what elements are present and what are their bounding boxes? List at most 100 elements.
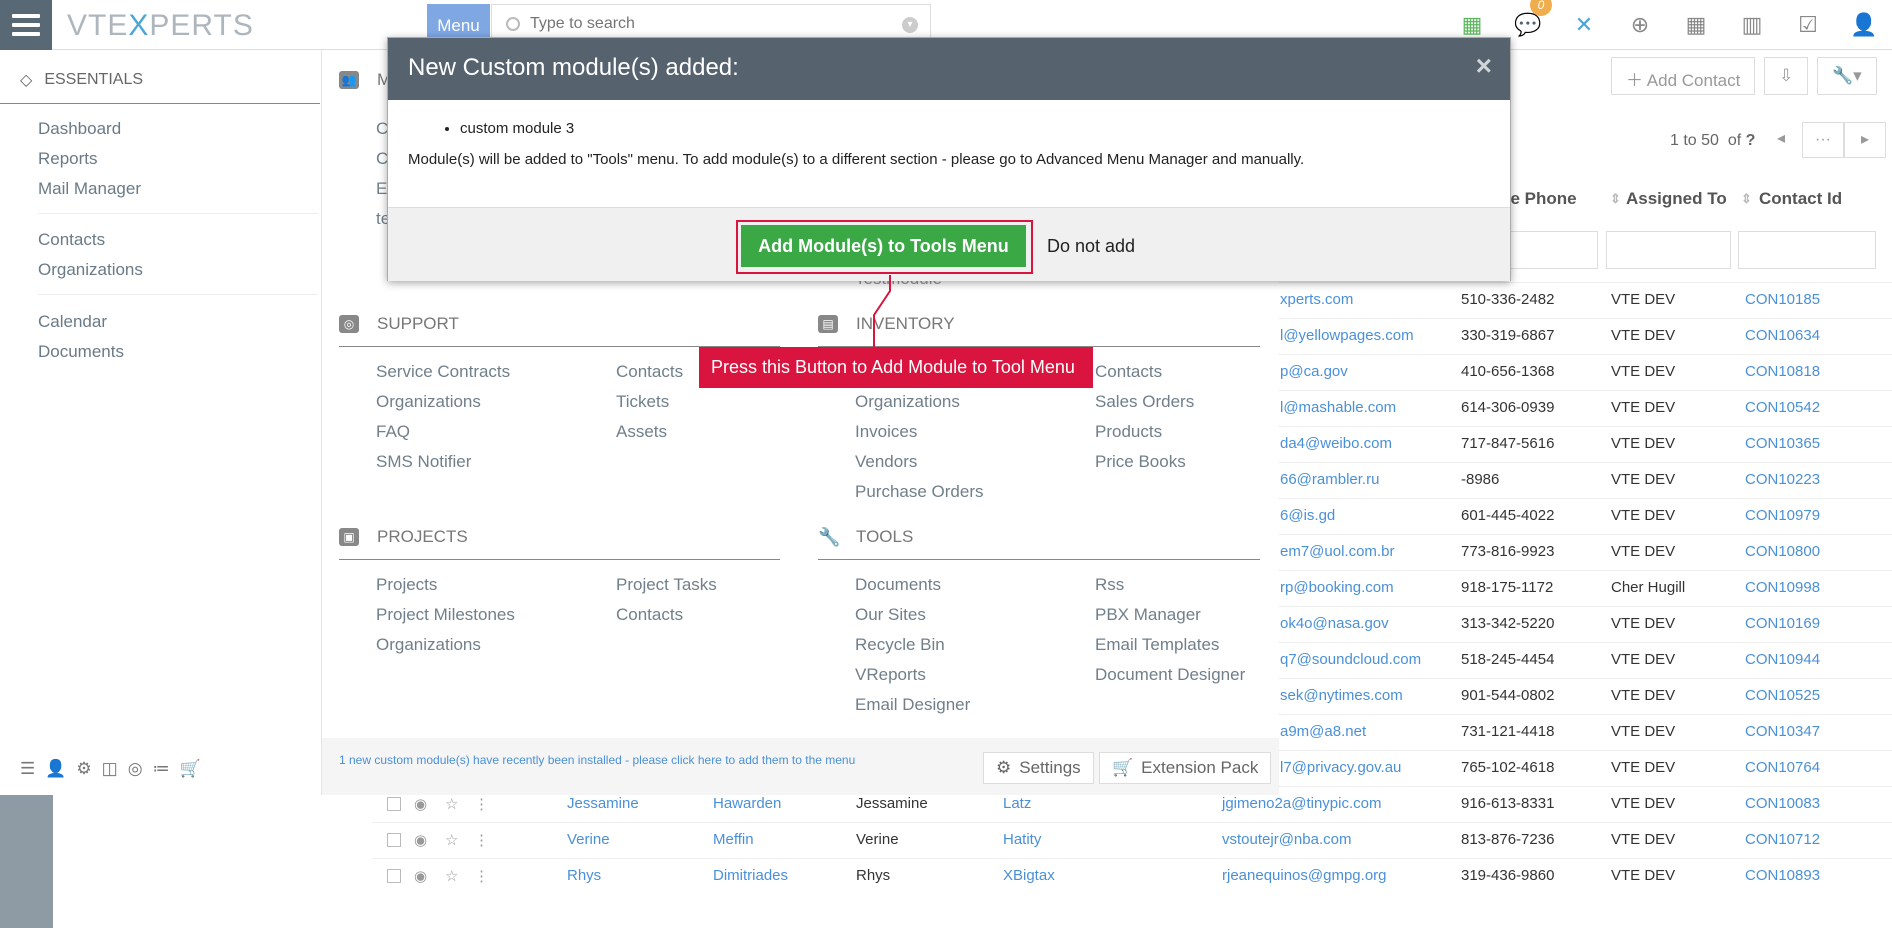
cell-email[interactable]: 6@is.gd (1280, 507, 1335, 524)
cell-contact-id[interactable]: CON10764 (1745, 759, 1820, 776)
add-to-tools-menu-button[interactable]: Add Module(s) to Tools Menu (741, 225, 1026, 267)
cell-organization[interactable]: Hatity (1003, 831, 1041, 848)
settings-button[interactable]: ⚙ Settings (983, 752, 1094, 784)
menu-item[interactable]: Recycle Bin (855, 635, 945, 655)
cell-email[interactable]: l@mashable.com (1280, 399, 1396, 416)
sidebar-item-mail-manager[interactable]: Mail Manager (38, 179, 141, 199)
prev-page-icon[interactable]: ◂ (1760, 122, 1802, 158)
add-icon[interactable]: ⊕ (1612, 12, 1668, 38)
menu-item[interactable]: VReports (855, 665, 926, 685)
cell-email[interactable]: em7@uol.com.br (1280, 543, 1394, 560)
cell-contact-id[interactable]: CON10712 (1745, 831, 1820, 848)
cell-email[interactable]: da4@weibo.com (1280, 435, 1392, 452)
star-icon[interactable]: ☆ (445, 831, 458, 849)
sort-icon[interactable]: ⇕ (1741, 191, 1752, 207)
menu-item[interactable]: Project Milestones (376, 605, 515, 625)
cell-last-name[interactable]: Hawarden (713, 795, 781, 812)
add-contact-button[interactable]: ＋ Add Contact (1611, 57, 1756, 95)
table-row[interactable]: l7@privacy.gov.au 765-102-4618 VTE DEV CON1… (1279, 750, 1892, 786)
sort-icon[interactable]: ⇕ (1610, 191, 1621, 207)
menu-item[interactable]: Purchase Orders (855, 482, 984, 502)
row-checkbox[interactable] (387, 833, 401, 847)
cell-contact-id[interactable]: CON10979 (1745, 507, 1820, 524)
table-row[interactable]: sek@nytimes.com 901-544-0802 VTE DEV CON105… (1279, 678, 1892, 714)
menu-item[interactable]: Project Tasks (616, 575, 717, 595)
menu-item[interactable]: Contacts (1095, 362, 1162, 382)
new-module-notice-link[interactable]: 1 new custom module(s) have recently bee… (339, 752, 859, 769)
eye-icon[interactable]: ◉ (414, 867, 427, 885)
table-row[interactable]: em7@uol.com.br 773-816-9923 VTE DEV CON1080… (1279, 534, 1892, 570)
cell-email[interactable]: 66@rambler.ru (1280, 471, 1379, 488)
col-header-assigned[interactable]: Assigned To (1626, 189, 1727, 209)
cell-last-name[interactable]: Meffin (713, 831, 754, 848)
cell-contact-id[interactable]: CON10365 (1745, 435, 1820, 452)
cell-email[interactable]: sek@nytimes.com (1280, 687, 1403, 704)
cell-first-name[interactable]: Verine (567, 831, 610, 848)
row-checkbox[interactable] (387, 869, 401, 883)
cell-email[interactable]: q7@soundcloud.com (1280, 651, 1421, 668)
cell-email[interactable]: rp@booking.com (1280, 579, 1394, 596)
menu-item[interactable]: Projects (376, 575, 437, 595)
cell-email[interactable]: a9m@a8.net (1280, 723, 1366, 740)
menu-item[interactable]: Email Designer (855, 695, 970, 715)
table-row[interactable]: ◉ ☆ ⋮ Verine Meffin Verine Hatity vstoutejr@nba… (372, 822, 1892, 858)
menu-item[interactable]: Contacts (616, 605, 683, 625)
sidebar-item-documents[interactable]: Documents (38, 342, 124, 362)
menu-item[interactable]: Organizations (376, 392, 481, 412)
menu-item[interactable]: Email Templates (1095, 635, 1219, 655)
menu-item[interactable]: Organizations (855, 392, 960, 412)
filter-assigned[interactable] (1606, 231, 1731, 269)
cell-email[interactable]: p@ca.gov (1280, 363, 1348, 380)
cell-first-name[interactable]: Rhys (567, 867, 601, 884)
list-icon[interactable]: ☰ (20, 759, 35, 779)
chat-icon[interactable]: 💬 0 (1500, 0, 1556, 38)
menu-item[interactable]: Contacts (616, 362, 683, 382)
menu-item[interactable]: Vendors (855, 452, 917, 472)
table-row[interactable]: l@mashable.com 614-306-0939 VTE DEV CON1054… (1279, 390, 1892, 426)
calendar-icon[interactable]: ▦ (1668, 12, 1724, 38)
cell-contact-id[interactable]: CON10944 (1745, 651, 1820, 668)
cell-contact-id[interactable]: CON10347 (1745, 723, 1820, 740)
table-row[interactable]: xperts.com 510-336-2482 VTE DEV CON10185 (1279, 282, 1892, 318)
table-row[interactable]: a9m@a8.net 731-121-4418 VTE DEV CON10347 (1279, 714, 1892, 750)
sidebar-item-contacts[interactable]: Contacts (38, 230, 105, 250)
menu-item[interactable]: Invoices (855, 422, 917, 442)
col-header-contact-id[interactable]: Contact Id (1759, 189, 1842, 209)
cell-contact-id[interactable]: CON10169 (1745, 615, 1820, 632)
do-not-add-button[interactable]: Do not add (1047, 236, 1135, 257)
sidebar-item-reports[interactable]: Reports (38, 149, 98, 169)
sidebar-item-dashboard[interactable]: Dashboard (38, 119, 121, 139)
menu-item[interactable]: Price Books (1095, 452, 1186, 472)
close-icon[interactable]: × (1476, 50, 1492, 82)
cell-contact-id[interactable]: CON10542 (1745, 399, 1820, 416)
cell-contact-id[interactable]: CON10185 (1745, 291, 1820, 308)
menu-item[interactable]: Tickets (616, 392, 669, 412)
sidebar-item-organizations[interactable]: Organizations (38, 260, 143, 280)
cell-email[interactable]: vstoutejr@nba.com (1222, 831, 1351, 848)
more-icon[interactable]: ⋮ (474, 795, 489, 813)
cell-contact-id[interactable]: CON10800 (1745, 543, 1820, 560)
table-row[interactable]: p@ca.gov 410-656-1368 VTE DEV CON10818 (1279, 354, 1892, 390)
cell-contact-id[interactable]: CON10818 (1745, 363, 1820, 380)
cell-first-name[interactable]: Jessamine (567, 795, 639, 812)
cart-icon[interactable]: 🛒 (180, 759, 201, 779)
cell-organization[interactable]: XBigtax (1003, 867, 1055, 884)
table-row[interactable]: ok4o@nasa.gov 313-342-5220 VTE DEV CON10169 (1279, 606, 1892, 642)
cell-email[interactable]: rjeanequinos@gmpg.org (1222, 867, 1387, 884)
cell-contact-id[interactable]: CON10223 (1745, 471, 1820, 488)
star-icon[interactable]: ☆ (445, 795, 458, 813)
cell-contact-id[interactable]: CON10893 (1745, 867, 1820, 884)
menu-item[interactable]: Assets (616, 422, 667, 442)
menu-item[interactable]: Rss (1095, 575, 1124, 595)
chevron-down-icon[interactable]: ▾ (902, 17, 918, 33)
calendar-check-icon[interactable]: ▦ (1444, 12, 1500, 38)
table-row[interactable]: da4@weibo.com 717-847-5616 VTE DEV CON10365 (1279, 426, 1892, 462)
sidebar-item-calendar[interactable]: Calendar (38, 312, 107, 332)
menu-item[interactable]: SMS Notifier (376, 452, 471, 472)
cell-contact-id[interactable]: CON10083 (1745, 795, 1820, 812)
cell-contact-id[interactable]: CON10998 (1745, 579, 1820, 596)
import-icon[interactable]: ⇩ (1764, 57, 1809, 95)
menu-item[interactable]: Organizations (376, 635, 481, 655)
more-icon[interactable]: ⋮ (474, 831, 489, 849)
row-checkbox[interactable] (387, 797, 401, 811)
